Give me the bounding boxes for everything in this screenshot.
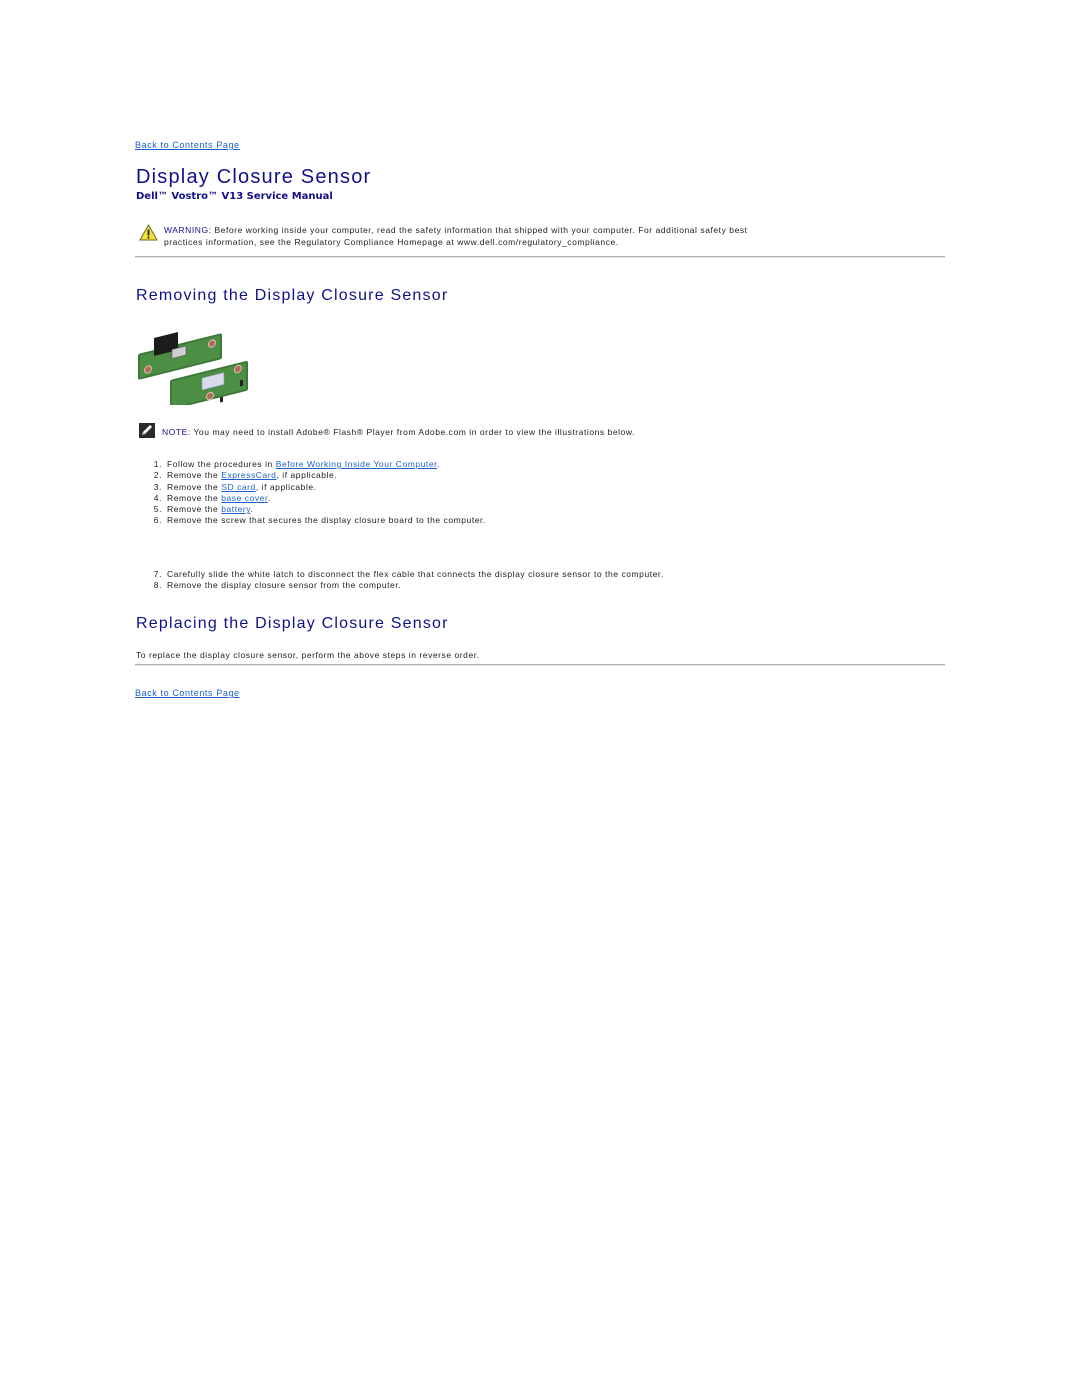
manual-subtitle: Dell™ Vostro™ V13 Service Manual: [136, 191, 333, 202]
step-item: 4. Remove the base cover.: [153, 492, 271, 503]
warning-text-line1: Before working inside your computer, rea…: [211, 225, 748, 235]
note-block: NOTE: You may need to install Adobe® Fla…: [162, 426, 635, 438]
step-item: 5. Remove the battery.: [153, 504, 254, 515]
divider-bottom: [135, 664, 945, 666]
section-heading-removing: Removing the Display Closure Sensor: [136, 287, 449, 304]
before-working-link[interactable]: Before Working Inside Your Computer: [276, 459, 437, 469]
replacing-instructions: To replace the display closure sensor, p…: [136, 650, 480, 660]
section-heading-replacing: Replacing the Display Closure Sensor: [136, 615, 449, 632]
step-item: 8. Remove the display closure sensor from…: [153, 580, 402, 591]
back-to-contents-link-top[interactable]: Back to Contents Page: [135, 140, 240, 150]
note-label: NOTE:: [162, 427, 191, 437]
battery-link[interactable]: battery: [221, 504, 250, 514]
step-item: 7. Carefully slide the white latch to dis…: [153, 569, 664, 579]
warning-block: WARNING: Before working inside your comp…: [164, 224, 954, 248]
step-item: 3. Remove the SD card, if applicable.: [153, 481, 317, 492]
step-item: 2. Remove the ExpressCard, if applicable.: [153, 470, 338, 481]
warning-text-line2: practices information, see the Regulator…: [164, 237, 619, 247]
note-text: You may need to install Adobe® Flash® Pl…: [190, 427, 635, 437]
sd-card-link[interactable]: SD card: [221, 482, 256, 492]
removal-steps-list-a: 1. Follow the procedures in Before Workin…: [136, 459, 486, 527]
divider-top: [135, 256, 945, 258]
step-item: 1. Follow the procedures in Before Workin…: [153, 459, 440, 469]
removal-steps-list-b: 7. Carefully slide the white latch to dis…: [136, 569, 664, 592]
expresscard-link[interactable]: ExpressCard: [221, 470, 276, 480]
back-to-contents-link-bottom[interactable]: Back to Contents Page: [135, 688, 240, 698]
warning-triangle-icon: [139, 223, 158, 246]
page-title: Display Closure Sensor: [136, 166, 372, 188]
step-item: 6. Remove the screw that secures the disp…: [153, 515, 486, 526]
sensor-board-image: [134, 330, 254, 410]
note-pencil-icon: [139, 423, 155, 443]
base-cover-link[interactable]: base cover: [221, 493, 268, 503]
warning-label: WARNING:: [164, 225, 212, 235]
